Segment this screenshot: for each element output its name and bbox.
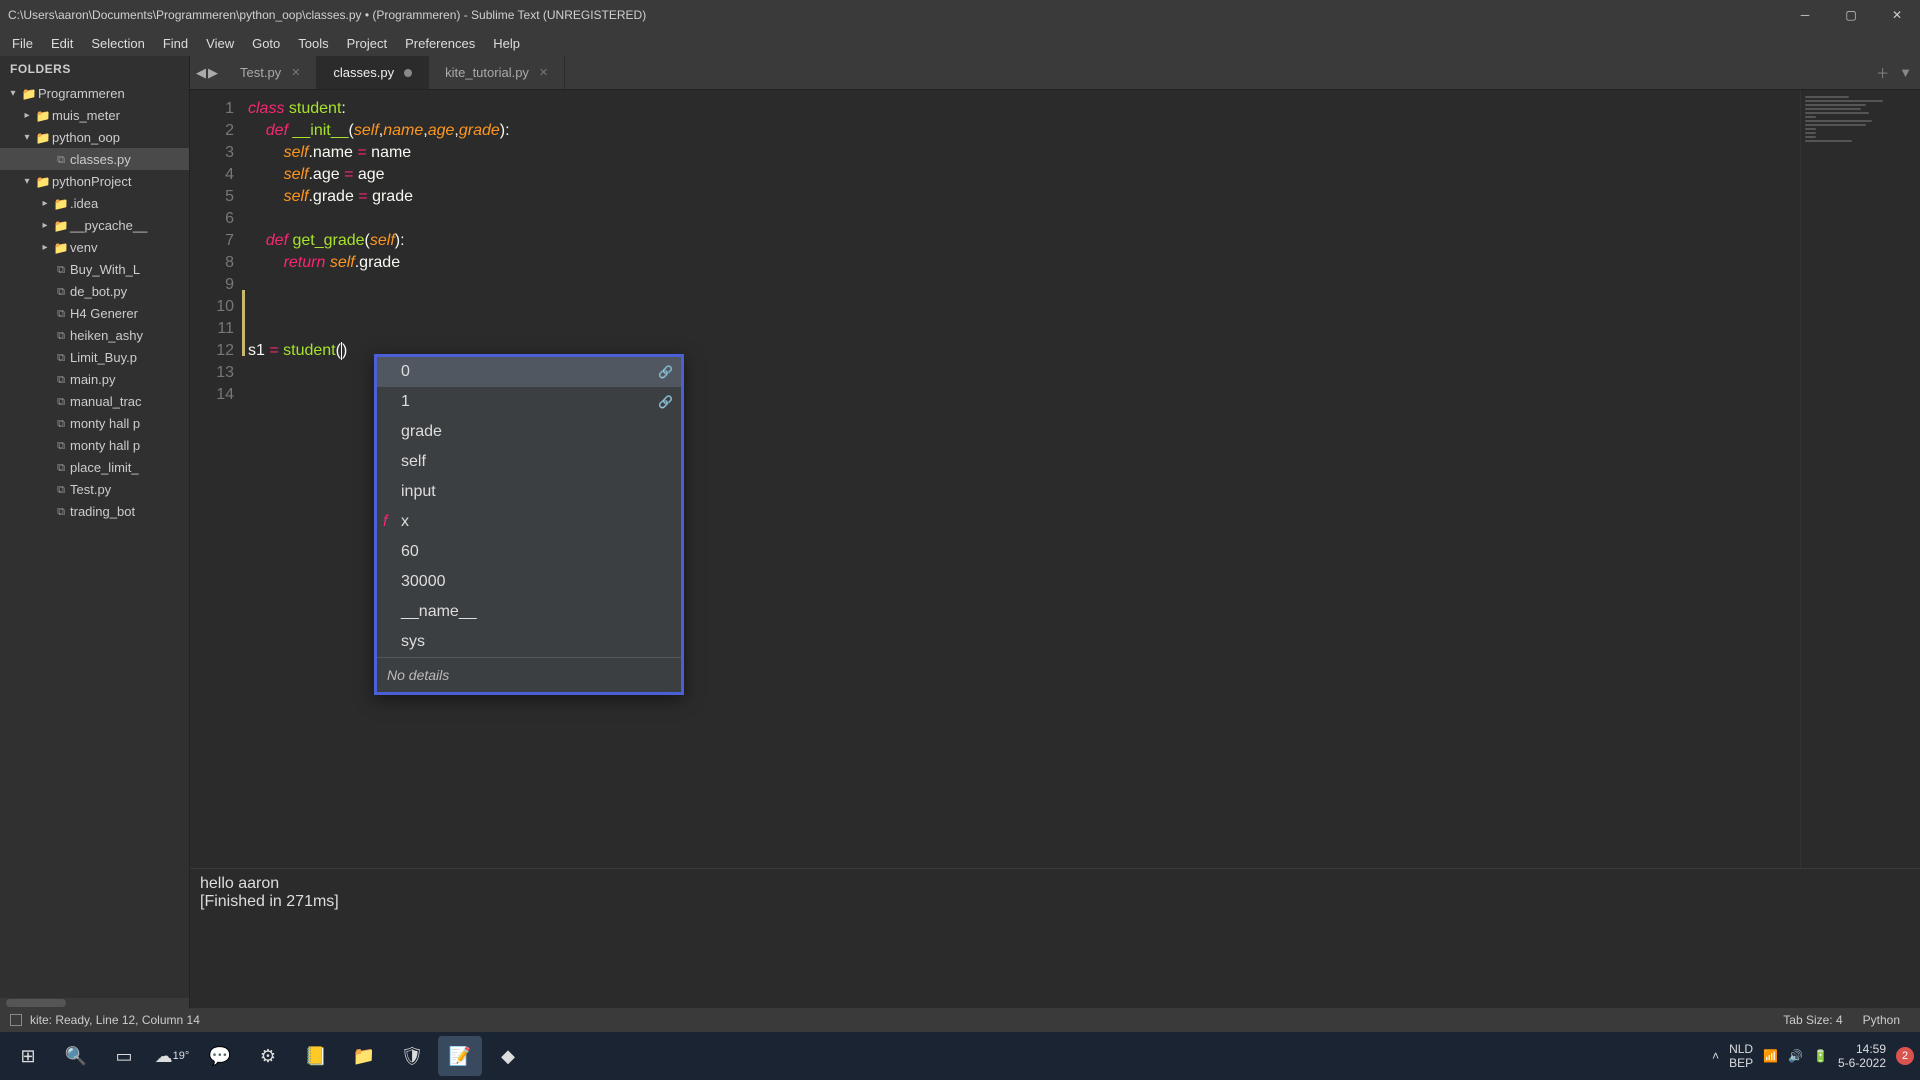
autocomplete-item[interactable]: sys [377, 627, 681, 657]
autocomplete-item[interactable]: 0🔗 [377, 357, 681, 387]
tree-item[interactable]: Limit_Buy.p [0, 346, 189, 368]
window-title: C:\Users\aaron\Documents\Programmeren\py… [8, 8, 1782, 22]
tree-item[interactable]: de_bot.py [0, 280, 189, 302]
status-tabsize[interactable]: Tab Size: 4 [1773, 1013, 1852, 1027]
tray-chevron-icon[interactable]: ˄ [1712, 1049, 1719, 1063]
taskbar: ⊞ 🔍 ▭ ☁19° 💬 ⚙ 📒 📁 🛡 📝 ◆ ˄ NLDBEP 📶 🔊 🔋 … [0, 1032, 1920, 1080]
menu-edit[interactable]: Edit [43, 32, 81, 55]
maximize-button[interactable]: ▢ [1828, 0, 1874, 30]
tree-item[interactable]: ▸__pycache__ [0, 214, 189, 236]
tree-item[interactable]: main.py [0, 368, 189, 390]
menu-tools[interactable]: Tools [290, 32, 336, 55]
autocomplete-item[interactable]: self [377, 447, 681, 477]
link-icon: 🔗 [658, 361, 673, 383]
taskbar-app-explorer[interactable]: 📁 [342, 1036, 386, 1076]
autocomplete-footer: No details [377, 657, 681, 692]
statusbar: kite: Ready, Line 12, Column 14 Tab Size… [0, 1008, 1920, 1032]
tree-item[interactable]: trading_bot [0, 500, 189, 522]
console-line: hello aaron [200, 875, 1910, 893]
sidebar-header: FOLDERS [0, 56, 189, 82]
menu-help[interactable]: Help [485, 32, 528, 55]
autocomplete-item[interactable]: 30000 [377, 567, 681, 597]
menu-project[interactable]: Project [339, 32, 395, 55]
close-tab-icon[interactable]: ✕ [291, 66, 300, 79]
console-line: [Finished in 271ms] [200, 893, 1910, 911]
minimap[interactable] [1800, 90, 1920, 868]
tree-item[interactable]: classes.py [0, 148, 189, 170]
menu-find[interactable]: Find [155, 32, 196, 55]
minimize-button[interactable]: ─ [1782, 0, 1828, 30]
menu-view[interactable]: View [198, 32, 242, 55]
taskbar-app-chat[interactable]: 💬 [198, 1036, 242, 1076]
autocomplete-popup[interactable]: 0🔗1🔗gradeselfinputfx6030000__name__sys N… [374, 354, 684, 695]
editor[interactable]: 1234567891011121314 class student: def _… [190, 90, 1920, 868]
link-icon: 🔗 [658, 391, 673, 413]
wifi-icon[interactable]: 📶 [1763, 1049, 1778, 1063]
nav-forward-icon[interactable]: ▶ [208, 65, 218, 81]
status-kite: kite: Ready, Line 12, Column 14 [30, 1013, 200, 1027]
tree-item[interactable]: monty hall p [0, 412, 189, 434]
tab-menu-icon[interactable]: ▼ [1899, 65, 1912, 80]
tree-item[interactable]: monty hall p [0, 434, 189, 456]
titlebar: C:\Users\aaron\Documents\Programmeren\py… [0, 0, 1920, 30]
close-button[interactable]: ✕ [1874, 0, 1920, 30]
sidebar-scrollbar[interactable] [0, 998, 189, 1008]
tree-item[interactable]: Buy_With_L [0, 258, 189, 280]
taskbar-app-brave[interactable]: 🛡 [390, 1036, 434, 1076]
tray-language[interactable]: NLDBEP [1729, 1042, 1753, 1070]
menu-goto[interactable]: Goto [244, 32, 288, 55]
tab-kite_tutorial-py[interactable]: kite_tutorial.py✕ [429, 56, 565, 89]
tree-item[interactable]: manual_trac [0, 390, 189, 412]
tree-item[interactable]: Test.py [0, 478, 189, 500]
volume-icon[interactable]: 🔊 [1788, 1049, 1803, 1063]
tab-test-py[interactable]: Test.py✕ [224, 56, 317, 89]
autocomplete-item[interactable]: __name__ [377, 597, 681, 627]
battery-icon[interactable]: 🔋 [1813, 1049, 1828, 1063]
tab-classes-py[interactable]: classes.py [317, 56, 429, 89]
tree-item[interactable]: ▸venv [0, 236, 189, 258]
close-tab-icon[interactable]: ✕ [539, 66, 548, 79]
tree-item[interactable]: ▾Programmeren [0, 82, 189, 104]
autocomplete-item[interactable]: 1🔗 [377, 387, 681, 417]
folder-tree[interactable]: ▾Programmeren▸muis_meter▾python_oopclass… [0, 82, 189, 998]
tree-item[interactable]: ▸.idea [0, 192, 189, 214]
status-language[interactable]: Python [1853, 1013, 1910, 1027]
tree-item[interactable]: H4 Generer [0, 302, 189, 324]
tree-item[interactable]: ▾python_oop [0, 126, 189, 148]
menu-selection[interactable]: Selection [83, 32, 152, 55]
menu-preferences[interactable]: Preferences [397, 32, 483, 55]
weather-widget[interactable]: ☁19° [150, 1036, 194, 1076]
tree-item[interactable]: place_limit_ [0, 456, 189, 478]
nav-back-icon[interactable]: ◀ [196, 65, 206, 81]
new-tab-icon[interactable]: ＋ [1876, 63, 1889, 82]
dirty-indicator-icon [404, 69, 412, 77]
tray-clock[interactable]: 14:595-6-2022 [1838, 1042, 1886, 1070]
search-icon[interactable]: 🔍 [54, 1036, 98, 1076]
menu-file[interactable]: File [4, 32, 41, 55]
autocomplete-item[interactable]: fx [377, 507, 681, 537]
taskbar-app-notes[interactable]: 📒 [294, 1036, 338, 1076]
autocomplete-item[interactable]: 60 [377, 537, 681, 567]
autocomplete-item[interactable]: grade [377, 417, 681, 447]
taskbar-app-code[interactable]: ◆ [486, 1036, 530, 1076]
sidebar: FOLDERS ▾Programmeren▸muis_meter▾python_… [0, 56, 190, 1008]
tree-item[interactable]: heiken_ashy [0, 324, 189, 346]
tabbar: ◀ ▶ Test.py✕classes.pykite_tutorial.py✕ … [190, 56, 1920, 90]
start-button[interactable]: ⊞ [6, 1036, 50, 1076]
system-tray[interactable]: ˄ NLDBEP 📶 🔊 🔋 14:595-6-2022 2 [1712, 1042, 1914, 1070]
tree-item[interactable]: ▾pythonProject [0, 170, 189, 192]
notification-badge[interactable]: 2 [1896, 1047, 1914, 1065]
task-view-icon[interactable]: ▭ [102, 1036, 146, 1076]
tree-item[interactable]: ▸muis_meter [0, 104, 189, 126]
autocomplete-item[interactable]: input [377, 477, 681, 507]
menubar: FileEditSelectionFindViewGotoToolsProjec… [0, 30, 1920, 56]
code-area[interactable]: class student: def __init__(self,name,ag… [244, 90, 1800, 868]
taskbar-app-settings[interactable]: ⚙ [246, 1036, 290, 1076]
taskbar-app-sublime[interactable]: 📝 [438, 1036, 482, 1076]
status-indicator-icon[interactable] [10, 1014, 22, 1026]
gutter: 1234567891011121314 [190, 90, 244, 868]
console: hello aaron [Finished in 271ms] [190, 868, 1920, 1008]
